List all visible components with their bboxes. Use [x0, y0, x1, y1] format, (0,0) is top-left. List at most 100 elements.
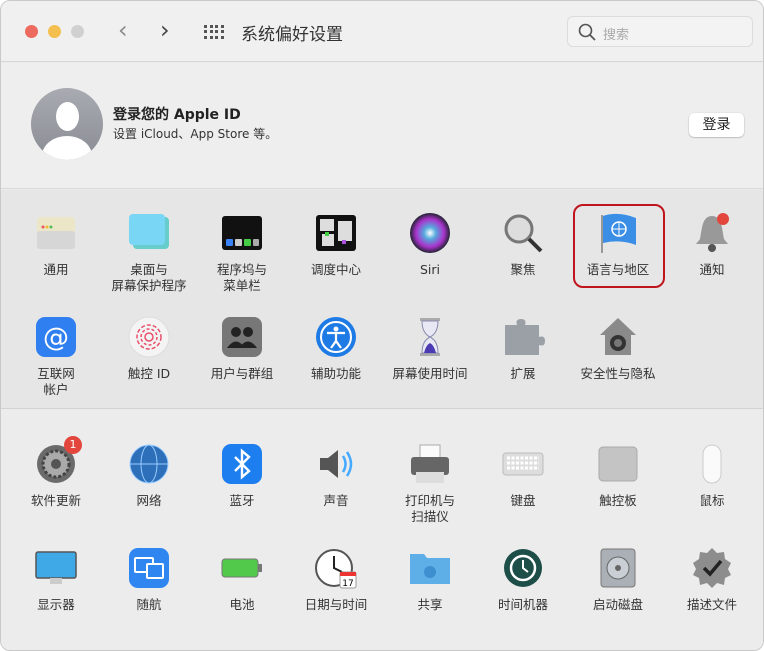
pref-item-label: 软件更新 [30, 493, 81, 508]
pref-item-mouse[interactable]: 鼠标 [665, 442, 759, 509]
show-all-grid-icon[interactable] [204, 25, 224, 39]
network-icon [127, 442, 171, 486]
pref-item-startup-disk[interactable]: 启动磁盘 [571, 546, 665, 613]
pref-item-touch-id[interactable]: 触控 ID [102, 315, 196, 382]
system-preferences-window: ‹ › 系统偏好设置 搜索 登录您的 Apple ID 设置 iCloud、Ap… [0, 0, 764, 651]
internet-accounts-icon: @ [34, 315, 78, 359]
pref-item-label: 网络 [136, 493, 162, 508]
zoom-button[interactable] [71, 25, 84, 38]
search-input[interactable]: 搜索 [567, 16, 753, 47]
touch-id-icon [127, 315, 171, 359]
pref-item-security[interactable]: 安全性与隐私 [571, 315, 665, 382]
pref-item-general[interactable]: 通用 [9, 211, 103, 278]
pref-item-battery[interactable]: 电池 [195, 546, 289, 613]
pref-item-label: 声音 [323, 493, 349, 508]
pref-item-accessibility[interactable]: 辅助功能 [289, 315, 383, 382]
pref-item-label: 聚焦 [510, 262, 536, 277]
pref-item-internet-accounts[interactable]: @ 互联网 帐户 [9, 315, 103, 398]
pref-item-label: 描述文件 [686, 597, 737, 612]
battery-icon [220, 546, 264, 590]
pref-item-label: 电池 [229, 597, 255, 612]
pref-item-label: 调度中心 [310, 262, 361, 277]
login-button[interactable]: 登录 [689, 113, 744, 137]
pref-item-desktop[interactable]: 桌面与 屏幕保护程序 [102, 211, 196, 294]
pref-item-dock[interactable]: 程序坞与 菜单栏 [195, 211, 289, 294]
pref-item-label: 程序坞与 菜单栏 [216, 262, 267, 293]
pref-item-label: 蓝牙 [229, 493, 255, 508]
pref-item-label: 通用 [43, 262, 69, 277]
users-groups-icon [220, 315, 264, 359]
pref-item-label: 鼠标 [699, 493, 725, 508]
pref-item-label: 触控板 [599, 493, 637, 508]
pref-item-label: 时间机器 [497, 597, 548, 612]
apple-id-title: 登录您的 Apple ID [113, 107, 241, 123]
security-icon [596, 315, 640, 359]
avatar[interactable] [31, 88, 103, 160]
pref-item-notification-bell[interactable]: 通知 [665, 211, 759, 278]
forward-chevron-icon[interactable]: › [160, 18, 170, 42]
pref-item-trackpad[interactable]: 触控板 [571, 442, 665, 509]
pref-item-label: 共享 [417, 597, 443, 612]
dock-icon [220, 211, 264, 255]
pref-item-label: 显示器 [37, 597, 75, 612]
siri-icon [408, 211, 452, 255]
sound-icon [314, 442, 358, 486]
trackpad-icon [596, 442, 640, 486]
window-title: 系统偏好设置 [241, 25, 343, 45]
sharing-icon [408, 546, 452, 590]
software-update-icon: 1 [34, 436, 82, 486]
pref-item-date-time[interactable]: 17 日期与时间 [289, 546, 383, 613]
extensions-icon [501, 315, 545, 359]
time-machine-icon [501, 546, 545, 590]
pref-item-keyboard[interactable]: 键盘 [476, 442, 570, 509]
pref-item-label: 启动磁盘 [592, 597, 643, 612]
pref-item-label: 日期与时间 [304, 597, 368, 612]
svg-text:@: @ [43, 323, 69, 353]
pref-item-time-machine[interactable]: 时间机器 [476, 546, 570, 613]
pref-item-profiles[interactable]: 描述文件 [665, 546, 759, 613]
pref-item-bluetooth[interactable]: 蓝牙 [195, 442, 289, 509]
accessibility-icon [314, 315, 358, 359]
apple-id-subtitle: 设置 iCloud、App Store 等。 [113, 127, 278, 141]
pref-item-mission-control[interactable]: 调度中心 [289, 211, 383, 278]
pref-item-label: 安全性与隐私 [580, 366, 656, 381]
pref-item-display[interactable]: 显示器 [9, 546, 103, 613]
pref-item-label: 键盘 [510, 493, 536, 508]
keyboard-icon [501, 442, 545, 486]
display-icon [34, 546, 78, 590]
back-chevron-icon[interactable]: ‹ [118, 18, 128, 42]
search-placeholder: 搜索 [603, 28, 630, 43]
pref-item-label: 扩展 [510, 366, 536, 381]
apple-id-section: 登录您的 Apple ID 设置 iCloud、App Store 等。 登录 [1, 63, 763, 189]
bluetooth-icon [220, 442, 264, 486]
pref-item-sidecar[interactable]: 随航 [102, 546, 196, 613]
update-count-badge: 1 [64, 436, 82, 454]
pref-item-spotlight[interactable]: 聚焦 [476, 211, 570, 278]
pref-item-printer[interactable]: 打印机与 扫描仪 [383, 442, 477, 525]
pref-item-users-groups[interactable]: 用户与群组 [195, 315, 289, 382]
spotlight-icon [501, 211, 545, 255]
pref-item-sound[interactable]: 声音 [289, 442, 383, 509]
mouse-icon [690, 442, 734, 486]
pref-item-network[interactable]: 网络 [102, 442, 196, 509]
sidecar-icon [127, 546, 171, 590]
pref-item-extensions[interactable]: 扩展 [476, 315, 570, 382]
pref-item-label: Siri [419, 262, 441, 277]
close-button[interactable] [25, 25, 38, 38]
pref-item-label: 随航 [136, 597, 162, 612]
pref-item-software-update[interactable]: 1 软件更新 [9, 436, 103, 509]
pref-item-label: 通知 [699, 262, 725, 277]
calendar-day: 17 [342, 579, 353, 589]
pref-item-siri[interactable]: Siri [383, 211, 477, 278]
pref-item-label: 桌面与 屏幕保护程序 [111, 262, 187, 293]
minimize-button[interactable] [48, 25, 61, 38]
date-time-icon: 17 [314, 546, 358, 590]
pref-item-label: 互联网 帐户 [37, 366, 75, 397]
notification-bell-icon [690, 211, 734, 255]
pref-item-screen-time[interactable]: 屏幕使用时间 [383, 315, 477, 382]
search-icon [578, 23, 596, 41]
screen-time-icon [408, 315, 452, 359]
mission-control-icon [314, 211, 358, 255]
general-icon [34, 211, 78, 255]
pref-item-sharing[interactable]: 共享 [383, 546, 477, 613]
